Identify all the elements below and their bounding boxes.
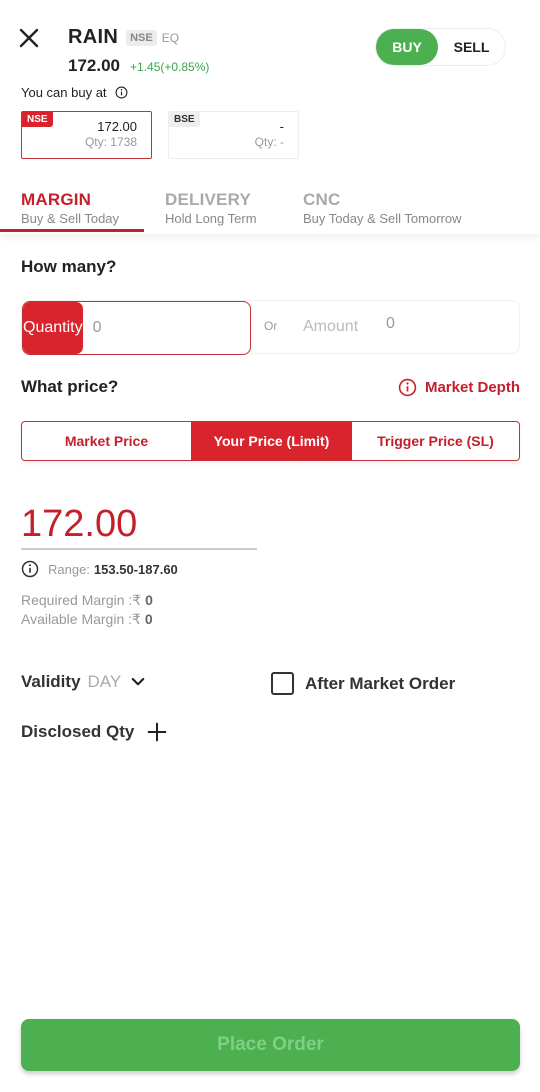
place-order-button[interactable]: Place Order (21, 1019, 520, 1071)
quantity-amount-row: Quantity Or Amount (21, 300, 520, 355)
required-margin: Required Margin :₹ 0 (21, 592, 153, 609)
exchange-qty: Qty: - (254, 135, 284, 149)
required-margin-value: 0 (145, 592, 153, 608)
market-price-option[interactable]: Market Price (22, 422, 191, 460)
exchange-price: - (279, 119, 284, 134)
range-label: Range: (48, 561, 90, 577)
tab-cnc[interactable]: CNC Buy Today & Sell Tomorrow (303, 190, 461, 226)
exchange-qty: Qty: 1738 (84, 135, 137, 149)
info-icon[interactable] (115, 86, 128, 99)
validity-value: DAY (87, 672, 122, 691)
price-change: +1.45(+0.85%) (130, 60, 210, 74)
after-market-order-checkbox[interactable]: After Market Order (271, 672, 455, 695)
tab-title: DELIVERY (165, 190, 251, 209)
exchange-badge: NSE (126, 29, 157, 46)
after-market-order-label: After Market Order (305, 673, 456, 693)
tab-subtitle: Buy Today & Sell Tomorrow (303, 211, 462, 226)
close-icon (19, 28, 39, 48)
what-price-title: What price? (21, 377, 119, 396)
exchange-tag: NSE (22, 112, 53, 127)
symbol-name: RAIN (68, 26, 119, 48)
active-tab-indicator (0, 229, 144, 232)
price-type-selector: Market Price Your Price (Limit) Trigger … (21, 421, 520, 461)
range-value: 153.50-187.60 (93, 561, 178, 577)
price-range: Range: 153.50-187.60 (21, 560, 178, 578)
buy-button[interactable]: BUY (376, 29, 438, 65)
disclosed-qty-toggle[interactable]: Disclosed Qty (21, 721, 168, 743)
available-margin-label: Available Margin :₹ (21, 611, 141, 627)
info-icon (398, 378, 417, 397)
validity-label: Validity (21, 672, 81, 691)
last-traded-price: 172.00 (68, 56, 120, 75)
amount-label: Amount (303, 318, 359, 335)
disclosed-qty-label: Disclosed Qty (21, 722, 135, 741)
close-button[interactable] (17, 26, 41, 50)
price-input[interactable] (21, 500, 257, 550)
exchange-card-bse[interactable]: BSE - Qty: - (168, 111, 299, 159)
exchange-card-nse[interactable]: NSE 172.00 Qty: 1738 (21, 111, 152, 159)
available-margin-value: 0 (144, 611, 153, 627)
checkbox-icon (271, 672, 294, 695)
product-tabs: MARGIN Buy & Sell Today DELIVERY Hold Lo… (0, 186, 540, 234)
ltp-row: 172.00 +1.45(+0.85%) (68, 56, 209, 76)
validity-dropdown[interactable]: Validity DAY (21, 672, 147, 692)
quantity-label: Quantity (23, 302, 83, 354)
series-label: EQ (161, 30, 180, 45)
chevron-down-icon (131, 677, 145, 686)
or-label: Or (264, 319, 278, 333)
market-depth-link[interactable]: Market Depth (398, 378, 520, 397)
tab-title: CNC (303, 190, 341, 209)
tab-delivery[interactable]: DELIVERY Hold Long Term (165, 190, 257, 226)
required-margin-label: Required Margin :₹ (21, 592, 142, 608)
exchange-price: 172.00 (97, 119, 137, 134)
exchange-tag: BSE (169, 112, 200, 127)
buy-at-row: You can buy at (21, 85, 128, 100)
info-icon (21, 560, 39, 578)
trigger-price-option[interactable]: Trigger Price (SL) (352, 422, 519, 460)
sell-button[interactable]: SELL (438, 29, 505, 65)
amount-input[interactable] (386, 315, 506, 333)
buy-sell-toggle: BUY SELL (375, 28, 506, 66)
tab-title: MARGIN (21, 190, 92, 209)
symbol-header: RAIN NSE EQ (68, 26, 179, 49)
available-margin: Available Margin :₹ 0 (21, 611, 153, 628)
quantity-input[interactable] (82, 302, 250, 354)
tab-margin[interactable]: MARGIN Buy & Sell Today (21, 190, 119, 226)
market-depth-label: Market Depth (424, 379, 520, 396)
plus-icon (148, 722, 167, 742)
quantity-field-group: Quantity (22, 301, 251, 355)
how-many-title: How many? (21, 257, 117, 276)
buy-at-label: You can buy at (21, 85, 107, 100)
tab-subtitle: Hold Long Term (165, 211, 257, 226)
limit-price-option[interactable]: Your Price (Limit) (191, 422, 352, 460)
tab-subtitle: Buy & Sell Today (21, 211, 120, 226)
